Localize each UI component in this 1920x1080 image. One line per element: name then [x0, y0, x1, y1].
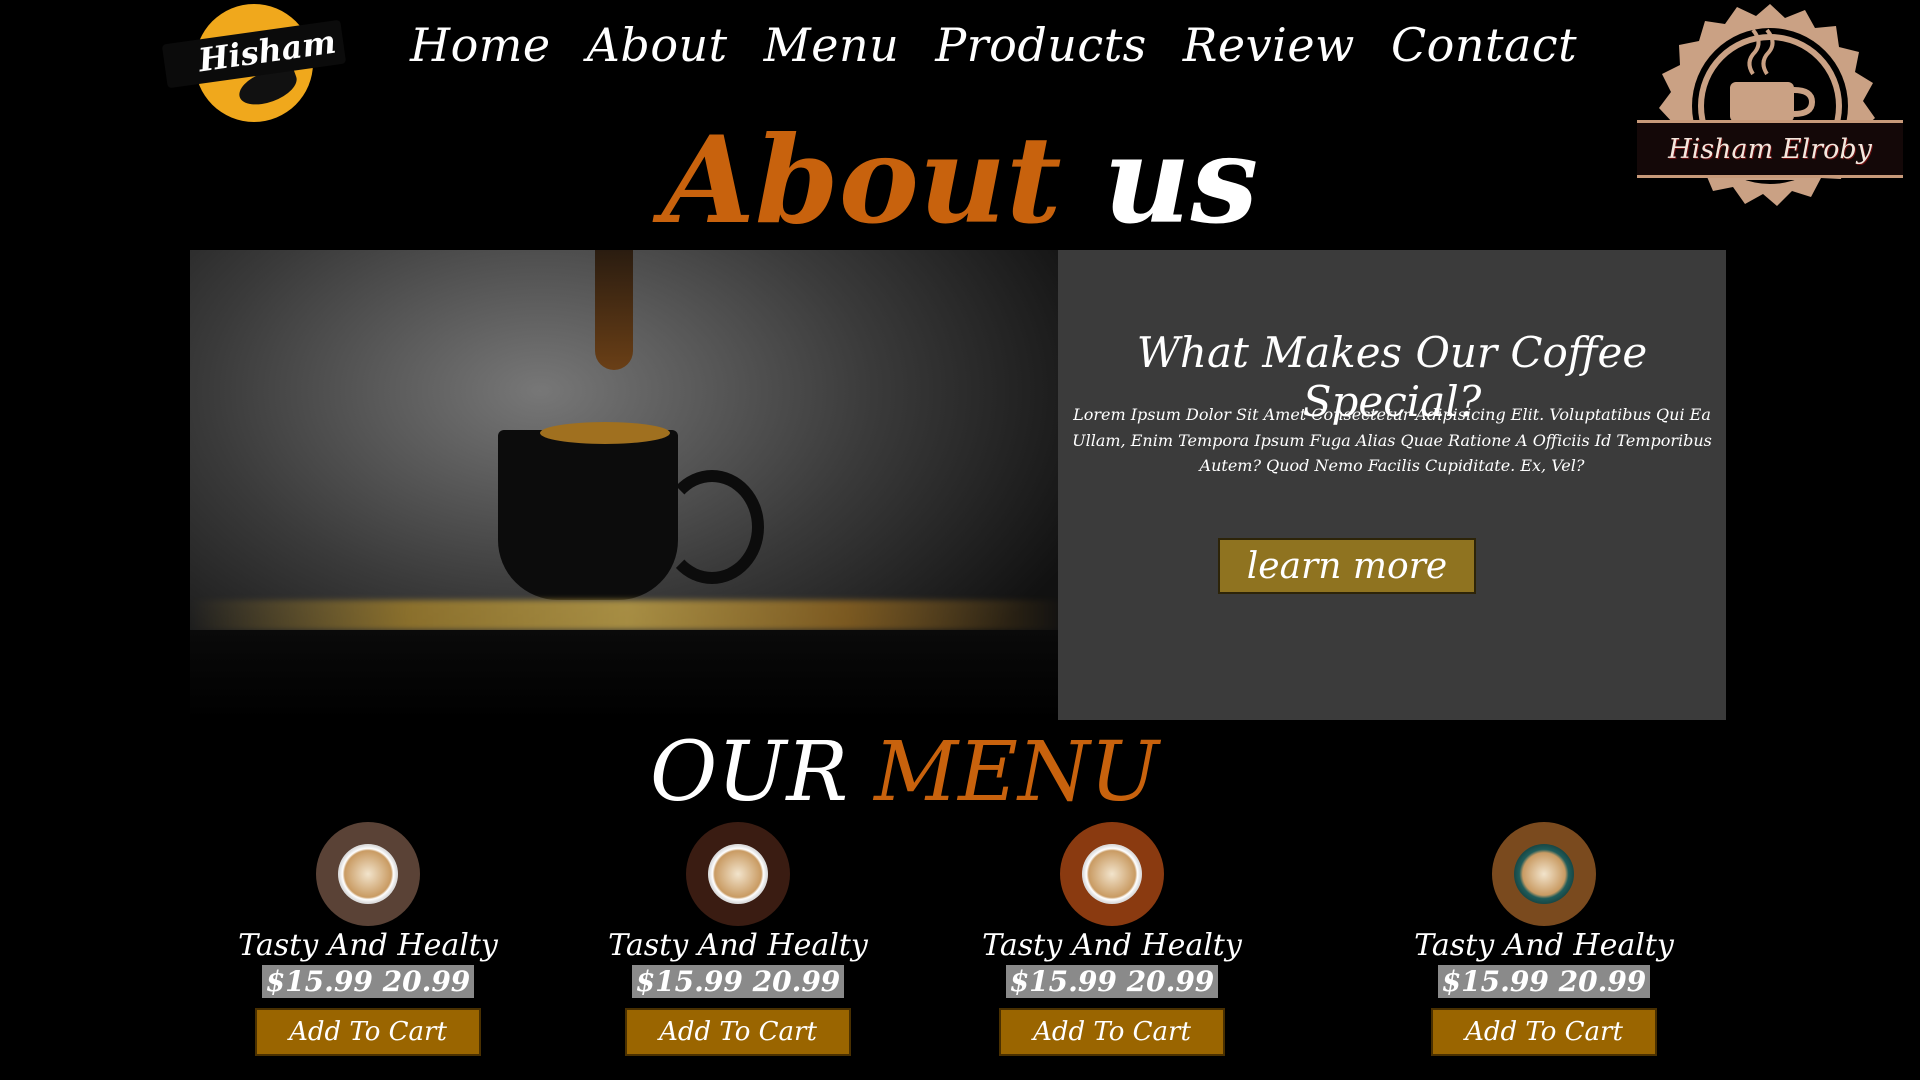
coffee-cup	[498, 430, 678, 600]
menu-card: Tasty And Healty $15.99 20.99 Add To Car…	[1404, 822, 1684, 1056]
menu-card: Tasty And Healty $15.99 20.99 Add To Car…	[228, 822, 508, 1056]
menu-heading-white: OUR	[650, 725, 849, 820]
add-to-cart-button[interactable]: Add To Cart	[999, 1008, 1225, 1056]
nav-menu[interactable]: Menu	[764, 18, 900, 72]
add-to-cart-button[interactable]: Add To Cart	[625, 1008, 851, 1056]
nav-products[interactable]: Products	[935, 18, 1147, 72]
brand-logo[interactable]: Hisham	[160, 2, 350, 127]
nav-home[interactable]: Home	[410, 18, 551, 72]
about-heading-rest: us	[1103, 110, 1259, 251]
latte-art-thumbnail	[686, 822, 790, 926]
coffee-spill	[190, 600, 1065, 630]
menu-card: Tasty And Healty $15.99 20.99 Add To Car…	[598, 822, 878, 1056]
learn-more-button[interactable]: learn more	[1218, 538, 1476, 594]
coffee-crema	[540, 422, 670, 444]
menu-item-name: Tasty And Healty	[982, 928, 1242, 963]
cappuccino-thumbnail	[1060, 822, 1164, 926]
main-nav: Home About Menu Products Review Contact	[410, 18, 1577, 72]
add-to-cart-button[interactable]: Add To Cart	[1431, 1008, 1657, 1056]
espresso-cup-thumbnail	[1492, 822, 1596, 926]
menu-heading-accent: MENU	[874, 725, 1159, 820]
menu-item-name: Tasty And Healty	[608, 928, 868, 963]
menu-item-name: Tasty And Healty	[1414, 928, 1674, 963]
nav-review[interactable]: Review	[1183, 18, 1355, 72]
menu-item-price: $15.99 20.99	[1437, 965, 1651, 998]
nav-about[interactable]: About	[587, 18, 728, 72]
coffee-splash-image	[190, 250, 1065, 720]
about-body-text: Lorem Ipsum Dolor Sit Amet Consectetur A…	[1072, 405, 1712, 476]
menu-item-price: $15.99 20.99	[261, 965, 475, 998]
nav-contact[interactable]: Contact	[1391, 18, 1577, 72]
menu-card: Tasty And Healty $15.99 20.99 Add To Car…	[972, 822, 1252, 1056]
page: Hisham Home About Menu Products Review C…	[0, 0, 1920, 1080]
about-heading-accent: About	[661, 110, 1062, 251]
coffee-pour	[595, 250, 633, 370]
menu-item-price: $15.99 20.99	[1005, 965, 1219, 998]
about-panel: What Makes Our Coffee Special? Lorem Ips…	[1058, 250, 1726, 720]
menu-item-name: Tasty And Healty	[238, 928, 498, 963]
about-heading: About us	[0, 115, 1920, 247]
add-to-cart-button[interactable]: Add To Cart	[255, 1008, 481, 1056]
menu-item-price: $15.99 20.99	[631, 965, 845, 998]
latte-art-thumbnail	[316, 822, 420, 926]
menu-heading: OUR MENU	[650, 725, 1159, 820]
